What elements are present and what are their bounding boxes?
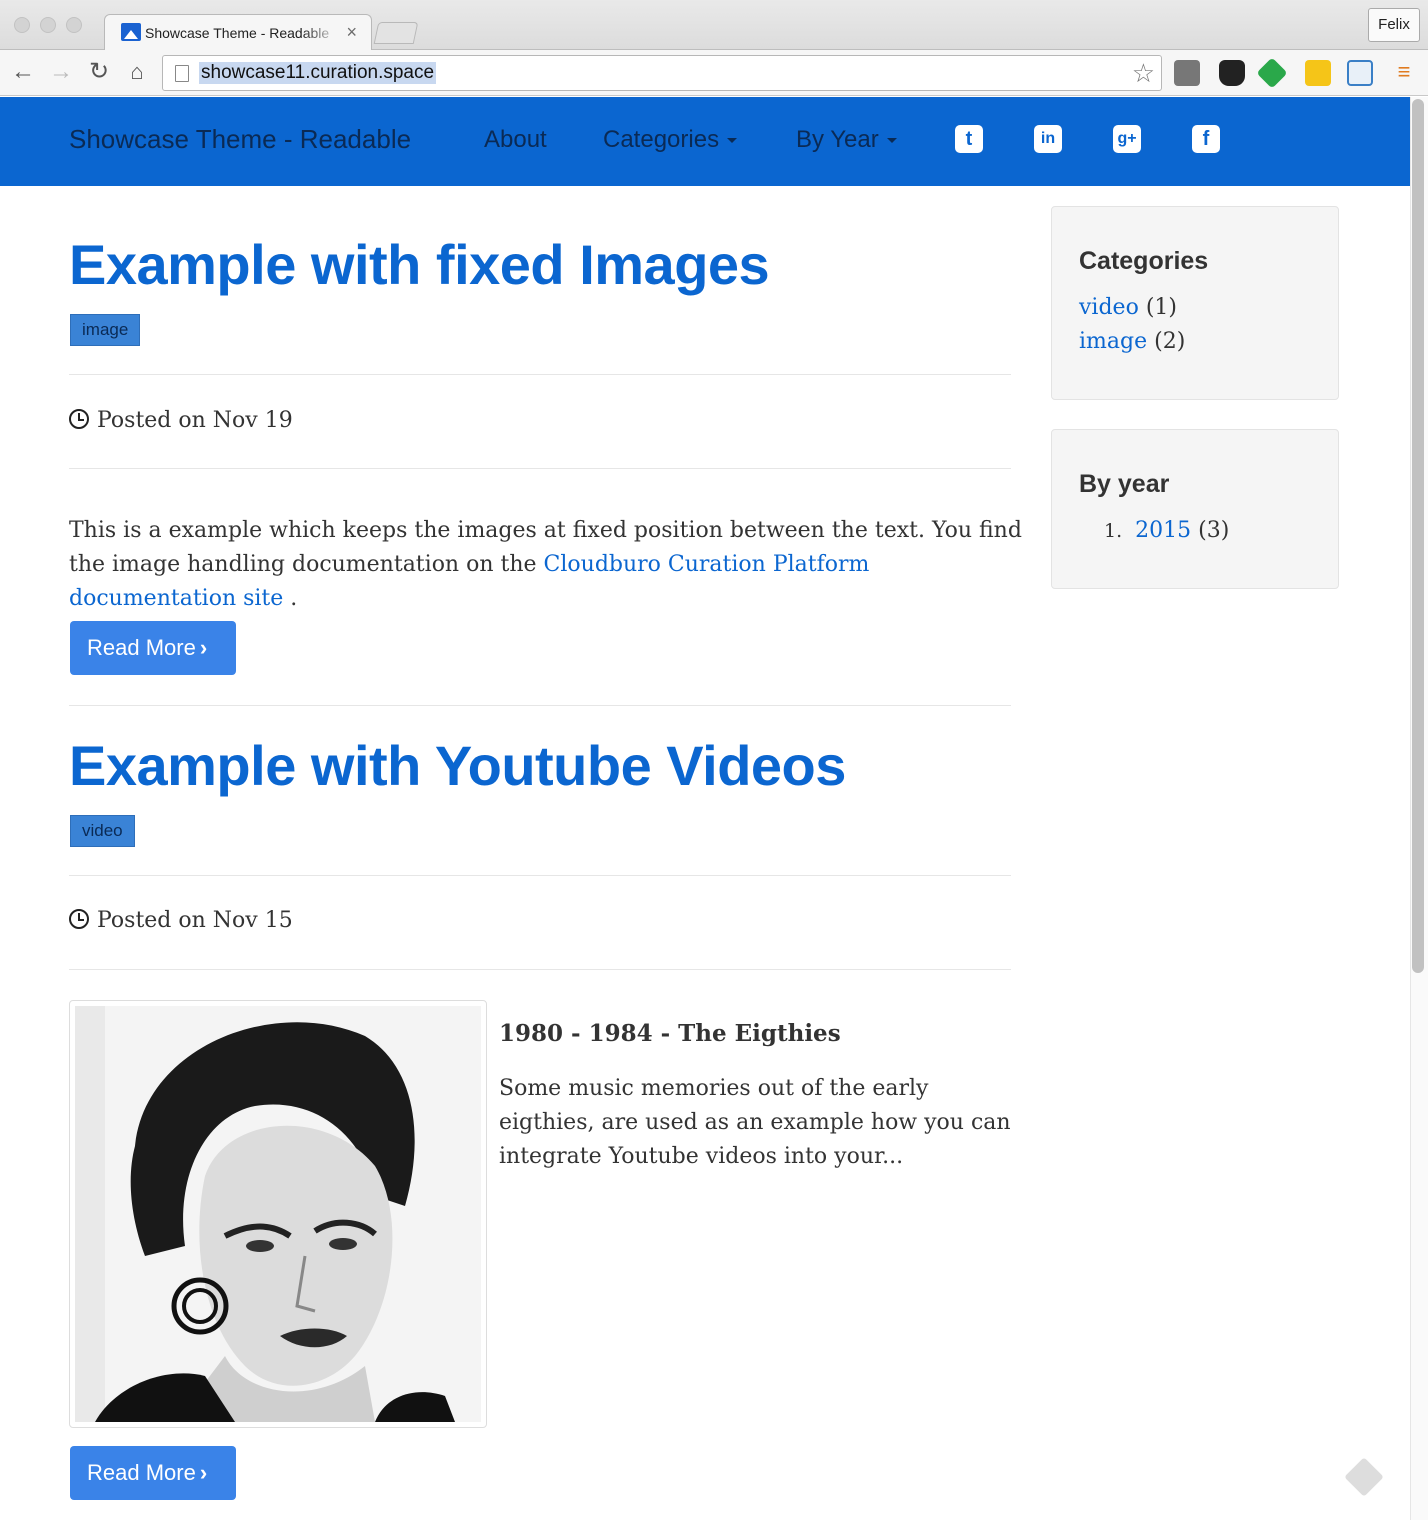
category-count: (1) <box>1145 295 1177 320</box>
extension-new-icon[interactable] <box>1347 60 1373 86</box>
menu-icon[interactable]: ≡ <box>1390 58 1418 86</box>
category-link-image[interactable]: image <box>1079 329 1147 354</box>
by-year-widget: By year 1. 2015 (3) <box>1051 429 1339 589</box>
post-thumbnail-image[interactable] <box>69 1000 487 1428</box>
year-link-2015[interactable]: 2015 <box>1135 518 1191 543</box>
close-window-button[interactable] <box>14 17 30 33</box>
tag-image[interactable]: image <box>70 314 141 346</box>
maximize-window-button[interactable] <box>66 17 82 33</box>
home-icon[interactable]: ⌂ <box>123 58 151 86</box>
page-icon <box>175 65 189 82</box>
nav-about[interactable]: About <box>484 126 547 154</box>
year-count: (3) <box>1198 518 1230 543</box>
clock-icon <box>69 909 89 929</box>
forward-arrow-icon[interactable]: → <box>47 58 75 86</box>
new-tab-button[interactable] <box>373 22 419 44</box>
post-date: Posted on Nov 19 <box>69 408 293 433</box>
divider <box>69 875 1011 876</box>
extension-evernote-icon[interactable] <box>1174 60 1200 86</box>
tag-video[interactable]: video <box>70 815 135 847</box>
site-navbar: Showcase Theme - Readable About Categori… <box>0 97 1410 186</box>
extension-feedly-icon[interactable] <box>1256 57 1288 89</box>
post-date-text: Posted on Nov 19 <box>97 408 293 433</box>
tab-close-icon[interactable]: × <box>346 22 357 43</box>
caret-down-icon <box>886 138 897 144</box>
browser-tab[interactable]: Showcase Theme - Readable × <box>104 14 372 51</box>
nav-by-year[interactable]: By Year <box>796 126 897 154</box>
category-item-video: video (1) <box>1079 295 1177 320</box>
minimize-window-button[interactable] <box>40 17 56 33</box>
browser-tabstrip: Showcase Theme - Readable × Felix <box>0 0 1428 51</box>
read-more-label: Read More <box>87 1460 196 1485</box>
year-item-2015: 1. 2015 (3) <box>1104 518 1229 543</box>
nav-by-year-label: By Year <box>796 126 879 153</box>
divider <box>69 374 1011 375</box>
divider <box>69 705 1011 706</box>
site-favicon-icon <box>121 23 141 41</box>
post-title-link[interactable]: Example with fixed Images <box>69 232 770 297</box>
portrait-photo <box>75 1006 481 1422</box>
list-marker: 1. <box>1104 520 1123 542</box>
linkedin-icon[interactable]: in <box>1034 125 1062 153</box>
video-section-heading: 1980 - 1984 - The Eigthies <box>499 1020 841 1047</box>
chevron-right-icon: › <box>199 635 208 660</box>
scrollbar-thumb[interactable] <box>1412 99 1424 973</box>
post-date: Posted on Nov 15 <box>69 908 293 933</box>
tab-title: Showcase Theme - Readable <box>145 25 330 41</box>
read-more-button[interactable]: Read More › <box>70 1446 236 1500</box>
post-excerpt: Some music memories out of the early eig… <box>499 1076 1011 1169</box>
post-title-link[interactable]: Example with Youtube Videos <box>69 733 846 798</box>
category-count: (2) <box>1154 329 1186 354</box>
divider <box>69 969 1011 970</box>
category-link-video[interactable]: video <box>1079 295 1139 320</box>
extension-shield-icon[interactable] <box>1219 60 1245 86</box>
post-date-text: Posted on Nov 15 <box>97 908 293 933</box>
divider <box>69 468 1011 469</box>
googleplus-icon[interactable]: g+ <box>1113 125 1141 153</box>
profile-button[interactable]: Felix <box>1368 8 1420 42</box>
reload-icon[interactable]: ↻ <box>85 58 113 86</box>
back-arrow-icon[interactable]: ← <box>9 58 37 86</box>
twitter-icon[interactable]: t <box>955 125 983 153</box>
clock-icon <box>69 409 89 429</box>
chevron-right-icon: › <box>199 1460 208 1485</box>
site-brand[interactable]: Showcase Theme - Readable <box>69 124 411 155</box>
read-more-label: Read More <box>87 635 196 660</box>
read-more-button[interactable]: Read More › <box>70 621 236 675</box>
categories-heading: Categories <box>1079 247 1209 275</box>
category-item-image: image (2) <box>1079 329 1185 354</box>
categories-widget: Categories video (1) image (2) <box>1051 206 1339 400</box>
extension-star-icon[interactable] <box>1305 60 1331 86</box>
browser-toolbar: ← → ↻ ⌂ showcase11.curation.space ☆ ≡ <box>0 50 1428 96</box>
nav-categories[interactable]: Categories <box>603 126 738 154</box>
by-year-heading: By year <box>1079 470 1170 498</box>
caret-down-icon <box>727 138 738 144</box>
facebook-icon[interactable]: f <box>1192 125 1220 153</box>
excerpt-text-end: . <box>283 586 298 611</box>
nav-categories-label: Categories <box>603 126 720 153</box>
url-text[interactable]: showcase11.curation.space <box>199 62 437 84</box>
address-bar[interactable]: showcase11.curation.space ☆ <box>162 55 1162 91</box>
feedly-float-icon[interactable] <box>1344 1457 1384 1497</box>
bookmark-star-icon[interactable]: ☆ <box>1132 58 1155 89</box>
